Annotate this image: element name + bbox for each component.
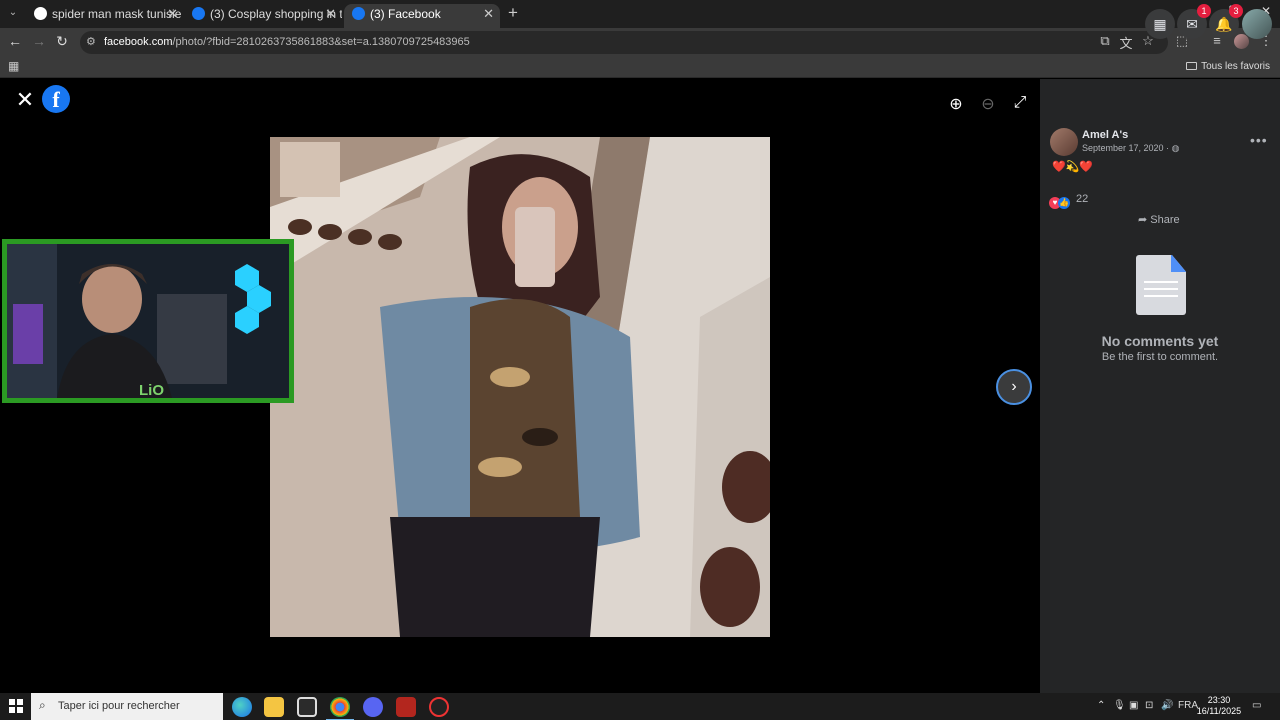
photo-image (270, 137, 770, 637)
tab-spider-man[interactable]: spider man mask tunisie prix - R ✕ (26, 4, 184, 28)
url-host: facebook.com (104, 36, 173, 48)
store-icon[interactable] (297, 697, 317, 717)
show-hidden-icons-icon[interactable]: ⌃ (1097, 700, 1105, 711)
forward-icon[interactable]: → (30, 33, 48, 49)
url-text[interactable]: facebook.com/photo/?fbid=281026373586188… (104, 36, 470, 48)
url-path: /photo/?fbid=2810263735861883&set=a.1380… (172, 36, 470, 48)
google-favicon-icon (34, 7, 47, 20)
empty-comments-title: No comments yet (1101, 333, 1219, 349)
site-info-icon[interactable]: ⚙ (86, 35, 96, 48)
messenger-badge: 1 (1197, 4, 1211, 18)
post-caption: ❤️💫❤️ (1052, 161, 1094, 173)
reactions-count[interactable]: 22 (1076, 193, 1088, 205)
folder-label: Tous les favoris (1201, 61, 1270, 72)
webcam-frame: LiO (7, 244, 289, 398)
tab-facebook[interactable]: (3) Facebook ✕ (344, 4, 500, 28)
chevron-right-icon: › (1011, 378, 1017, 395)
translate-icon[interactable]: 文 (1118, 33, 1134, 52)
tab-title: (3) Facebook (370, 7, 441, 21)
edge-icon[interactable] (232, 697, 252, 717)
recording-app-icon[interactable] (396, 697, 416, 717)
zoom-out-icon[interactable]: ⊖ (977, 94, 999, 114)
browser-profile-avatar[interactable] (1234, 34, 1249, 49)
obs-icon[interactable] (429, 697, 449, 717)
post-date-text: September 17, 2020 · (1082, 143, 1172, 153)
reaction-icons[interactable]: ♥ 👍 (1049, 192, 1070, 210)
tab-title: spider man mask tunisie prix - R (52, 7, 184, 21)
search-icon: ⌕ (39, 698, 46, 712)
messenger-icon[interactable]: ✉ 1 (1177, 4, 1211, 39)
more-options-icon[interactable]: ••• (1250, 132, 1268, 148)
tab-search-icon[interactable]: ⌄ (4, 4, 22, 22)
reload-icon[interactable]: ↻ (53, 33, 71, 50)
webcam-image (7, 244, 289, 398)
tab-close-icon[interactable]: ✕ (325, 4, 336, 24)
browser-tab-strip: ⌄ spider man mask tunisie prix - R ✕ (3)… (0, 0, 1280, 28)
share-label: Share (1150, 214, 1180, 226)
address-bar[interactable]: ⚙ facebook.com/photo/?fbid=2810263735861… (80, 31, 1168, 54)
menu-grid-icon[interactable]: ▦ (1145, 9, 1175, 39)
clock-date: 16/11/2025 (1196, 706, 1242, 716)
zoom-in-icon[interactable]: ⊕ (945, 94, 967, 114)
microphone-icon[interactable]: 🎙 (1113, 700, 1126, 711)
bookmarks-bar: ▦ Tous les favoris (0, 56, 1280, 78)
facebook-logo[interactable]: f (42, 85, 70, 113)
file-explorer-icon[interactable] (264, 697, 284, 717)
tab-close-icon[interactable]: ✕ (167, 4, 178, 24)
notifications-badge: 3 (1229, 4, 1243, 18)
discord-icon[interactable] (363, 697, 383, 717)
system-clock[interactable]: 23:30 16/11/2025 (1196, 695, 1242, 717)
account-avatar[interactable] (1242, 9, 1272, 39)
photo-viewer: ✕ f ⊕ ⊖ ⤢ › LiO (0, 79, 1040, 693)
clock-time: 23:30 (1207, 695, 1231, 705)
post-photo[interactable] (270, 137, 770, 637)
chrome-icon[interactable] (326, 697, 354, 720)
windows-start-icon[interactable] (9, 699, 23, 713)
like-reaction-icon: 👍 (1058, 197, 1070, 209)
tab-close-icon[interactable]: ✕ (483, 4, 494, 24)
new-tab-icon[interactable]: + (504, 3, 522, 23)
notification-center-icon[interactable]: ▭ (1252, 700, 1261, 711)
volume-icon[interactable]: 🔊 (1161, 700, 1173, 711)
stream-logo: LiO (139, 382, 164, 398)
screen: ⌄ spider man mask tunisie prix - R ✕ (3)… (0, 0, 1280, 720)
windows-taskbar: ⌕ Taper ici pour rechercher ⌃ 🎙 ▣ ⊡ 🔊 FR… (0, 693, 1280, 720)
tab-cosplay[interactable]: (3) Cosplay shopping in tunisia ✕ (184, 4, 342, 28)
facebook-favicon-icon (192, 7, 205, 20)
webcam-stream-overlay: LiO (2, 239, 294, 403)
network-icon[interactable]: ⊡ (1145, 700, 1153, 711)
back-icon[interactable]: ← (6, 33, 24, 49)
share-button[interactable]: ➦ Share (1138, 213, 1180, 226)
taskbar-search-box[interactable]: ⌕ Taper ici pour rechercher (31, 693, 223, 720)
tab-title: (3) Cosplay shopping in tunisia (210, 7, 342, 21)
share-icon: ➦ (1138, 214, 1151, 226)
browser-toolbar: ← → ↻ ⚙ facebook.com/photo/?fbid=2810263… (0, 28, 1280, 56)
author-avatar[interactable] (1050, 128, 1078, 156)
notifications-bell-icon[interactable]: 🔔 3 (1209, 4, 1243, 39)
all-bookmarks-folder[interactable]: Tous les favoris (1186, 61, 1270, 72)
tray-app-icon[interactable]: ▣ (1129, 700, 1138, 711)
post-date[interactable]: September 17, 2020 · ◍ (1082, 143, 1179, 154)
apps-grid-icon[interactable]: ▦ (8, 59, 19, 73)
close-icon[interactable]: ✕ (14, 87, 36, 113)
next-photo-button[interactable]: › (996, 369, 1032, 405)
install-app-icon[interactable]: ⧉ (1097, 33, 1113, 49)
folder-icon (1186, 62, 1198, 70)
language-indicator[interactable]: FRA (1178, 700, 1198, 711)
facebook-favicon-icon (352, 7, 365, 20)
fullscreen-icon[interactable]: ⤢ (1009, 94, 1031, 112)
empty-comments-subtitle: Be the first to comment. (1101, 351, 1219, 363)
globe-icon: ◍ (1171, 143, 1180, 153)
document-icon (1136, 255, 1186, 315)
author-name[interactable]: Amel A's (1082, 129, 1128, 141)
search-placeholder: Taper ici pour rechercher (58, 700, 180, 712)
